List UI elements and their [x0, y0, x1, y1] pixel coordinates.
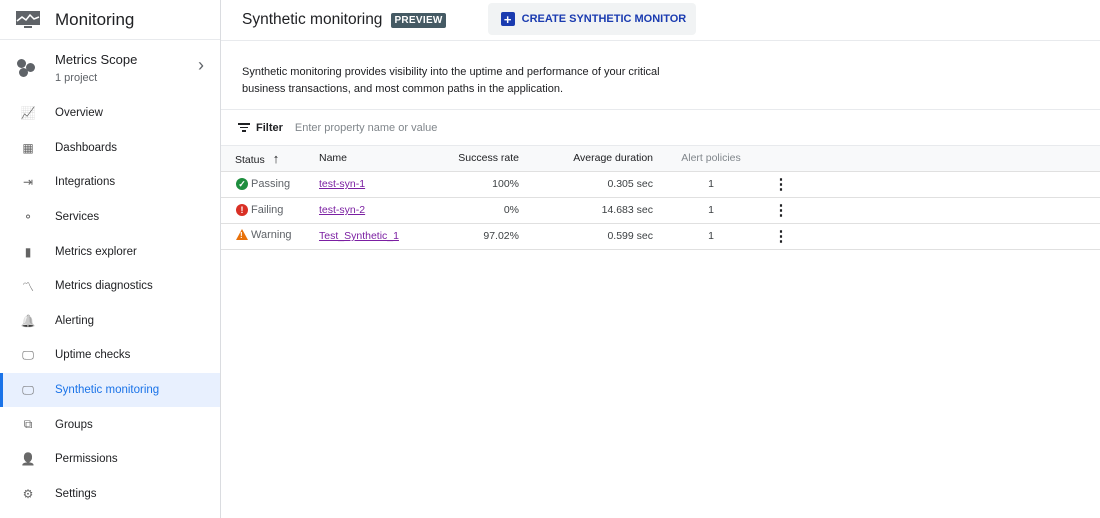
services-icon: ⚬: [22, 210, 34, 225]
sidebar-item-label: Groups: [55, 418, 93, 431]
chevron-right-icon: ›: [198, 55, 204, 75]
sidebar-item-settings[interactable]: ⚙ Settings: [0, 477, 220, 512]
description-text: Synthetic monitoring provides visibility…: [242, 66, 660, 95]
preview-badge: PREVIEW: [391, 12, 446, 28]
sidebar-item-metrics-explorer[interactable]: ▮ Metrics explorer: [0, 234, 220, 269]
success-rate: 0%: [415, 197, 519, 224]
sidebar-item-label: Integrations: [55, 176, 116, 189]
sidebar-nav: 📈 Overview ▦ Dashboards ⇥ Integrations ⚬ Servic…: [0, 96, 220, 511]
sidebar-item-overview[interactable]: 📈 Overview: [0, 96, 220, 131]
metrics-scope-selector[interactable]: Metrics Scope 1 project ›: [0, 40, 220, 95]
status-badge: ! Failing: [236, 204, 283, 216]
sidebar-item-label: Permissions: [55, 453, 118, 466]
bar-chart-icon: ▮: [24, 244, 32, 259]
table-row[interactable]: ! Warning Test_Synthetic_1 97.02% 0.599 s…: [221, 223, 1100, 250]
integrations-icon: ⇥: [22, 175, 34, 190]
gear-icon: ⚙: [22, 486, 34, 501]
page-header: Synthetic monitoring PREVIEW + CREATE SY…: [221, 0, 1100, 41]
sidebar-item-label: Overview: [55, 107, 103, 120]
check-circle-icon: ✓: [236, 178, 248, 191]
sidebar-item-label: Alerting: [55, 314, 94, 327]
scope-subtitle: 1 project: [55, 71, 98, 84]
bell-icon: 🔔: [20, 313, 36, 328]
warning-icon: !: [236, 229, 248, 241]
column-status[interactable]: Status ↑: [221, 146, 305, 172]
app-header: Monitoring: [0, 0, 220, 40]
sidebar-item-label: Metrics diagnostics: [55, 280, 153, 293]
sidebar: Monitoring Metrics Scope 1 project › 📈 Ove…: [0, 0, 221, 518]
monitor-icon: 🖵: [22, 347, 34, 362]
sidebar-item-synthetic-monitoring[interactable]: 🖵 Synthetic monitoring: [0, 372, 220, 408]
more-vert-icon[interactable]: ⋮: [769, 223, 793, 250]
main-content: Synthetic monitoring PREVIEW + CREATE SY…: [221, 0, 1100, 518]
monitoring-logo-icon: [16, 10, 40, 28]
sidebar-item-label: Services: [55, 211, 100, 224]
scope-icon: [17, 57, 39, 79]
more-vert-icon[interactable]: ⋮: [769, 197, 793, 224]
person-icon: 👤: [20, 452, 36, 467]
monitor-name-link[interactable]: test-syn-1: [319, 178, 365, 190]
alert-policies-count: 1: [653, 223, 769, 250]
monitor-name-link[interactable]: Test_Synthetic_1: [319, 230, 399, 242]
sidebar-item-services[interactable]: ⚬ Services: [0, 200, 220, 235]
more-vert-icon[interactable]: ⋮: [769, 171, 793, 198]
column-alert-policies: Alert policies: [653, 146, 769, 172]
scope-title: Metrics Scope: [55, 51, 138, 67]
dashboards-icon: ▦: [22, 140, 34, 155]
filter-icon: [238, 123, 250, 132]
sidebar-item-label: Dashboards: [55, 141, 118, 154]
overview-icon: 📈: [20, 106, 36, 121]
filter-bar: Filter: [221, 110, 1100, 146]
success-rate: 100%: [415, 171, 519, 198]
sidebar-item-label: Uptime checks: [55, 349, 131, 362]
monitor-name-link[interactable]: test-syn-2: [319, 204, 365, 216]
sidebar-item-dashboards[interactable]: ▦ Dashboards: [0, 131, 220, 166]
column-name[interactable]: Name: [305, 146, 415, 172]
filter-label: Filter: [256, 121, 283, 134]
app-title: Monitoring: [55, 9, 135, 29]
description: Synthetic monitoring provides visibility…: [221, 41, 1100, 110]
sidebar-item-alerting[interactable]: 🔔 Alerting: [0, 304, 220, 339]
sidebar-item-label: Settings: [55, 487, 97, 500]
column-average-duration[interactable]: Average duration: [519, 146, 653, 172]
plus-icon: +: [500, 12, 515, 26]
sort-ascending-icon: ↑: [272, 150, 280, 166]
create-synthetic-monitor-button[interactable]: + CREATE SYNTHETIC MONITOR: [487, 3, 697, 35]
status-badge: ✓ Passing: [236, 178, 290, 191]
table-row[interactable]: ! Failing test-syn-2 0% 14.683 sec 1 ⋮: [221, 197, 1100, 224]
sidebar-item-integrations[interactable]: ⇥ Integrations: [0, 165, 220, 200]
sidebar-item-permissions[interactable]: 👤 Permissions: [0, 442, 220, 477]
sidebar-item-uptime-checks[interactable]: 🖵 Uptime checks: [0, 338, 220, 373]
average-duration: 0.305 sec: [519, 171, 653, 198]
table-row[interactable]: ✓ Passing test-syn-1 100% 0.305 sec 1 ⋮: [221, 171, 1100, 198]
average-duration: 0.599 sec: [519, 223, 653, 250]
sidebar-item-groups[interactable]: ⧉ Groups: [0, 407, 220, 442]
status-badge: ! Warning: [236, 229, 292, 241]
alert-policies-count: 1: [653, 171, 769, 198]
create-label: CREATE SYNTHETIC MONITOR: [521, 13, 687, 25]
success-rate: 97.02%: [415, 223, 519, 250]
diagnostics-icon: 〽: [21, 279, 34, 294]
alert-policies-count: 1: [653, 197, 769, 224]
monitors-table: Status ↑ Name Success rate Average durat…: [221, 146, 1100, 250]
groups-icon: ⧉: [23, 417, 33, 432]
synthetic-icon: 🖵: [22, 382, 34, 397]
page-title: Synthetic monitoring: [242, 11, 383, 28]
sidebar-item-label: Metrics explorer: [55, 245, 137, 258]
error-icon: !: [236, 204, 248, 216]
sidebar-item-label: Synthetic monitoring: [55, 384, 160, 397]
filter-input[interactable]: [294, 121, 595, 134]
sidebar-item-metrics-diagnostics[interactable]: 〽 Metrics diagnostics: [0, 269, 220, 304]
average-duration: 14.683 sec: [519, 197, 653, 224]
column-success-rate[interactable]: Success rate: [415, 146, 519, 172]
